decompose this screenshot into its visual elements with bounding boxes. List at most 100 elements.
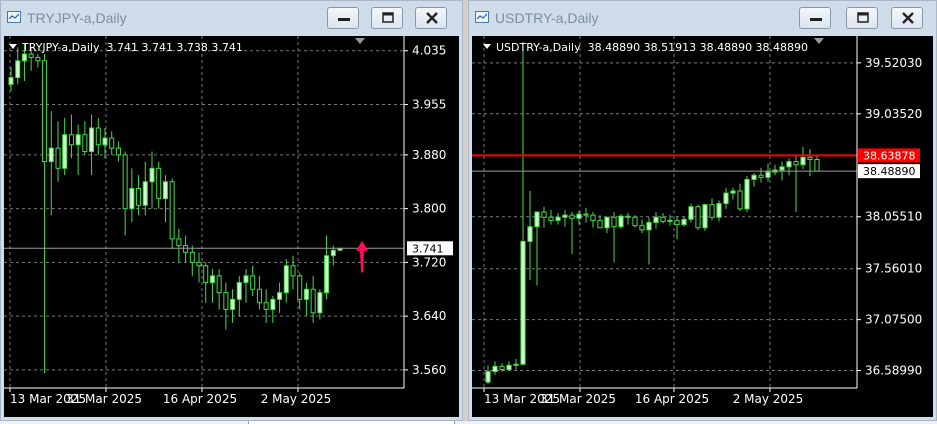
candle — [297, 275, 303, 300]
chart-shift-marker-icon[interactable] — [355, 38, 365, 44]
candle — [814, 159, 820, 172]
candle — [758, 174, 764, 178]
candle — [89, 127, 95, 153]
candle — [129, 187, 135, 210]
price-tick-label: 39.52030 — [865, 56, 922, 70]
candle — [95, 127, 101, 146]
candle — [744, 178, 750, 210]
chart-window-tryjpy[interactable]: TRYJPY-a,Daily 4.035 3.955 3.880 3.800 3.720… — [0, 0, 463, 421]
maximize-button[interactable] — [846, 7, 878, 29]
maximize-button[interactable] — [371, 7, 403, 29]
candle — [270, 298, 276, 310]
minimize-button[interactable] — [327, 7, 359, 29]
candlestick-chart[interactable]: 39.52030 39.03520 38.05510 37.56010 37.07500… — [472, 36, 935, 416]
chart-grid — [4, 36, 404, 388]
candle — [653, 216, 659, 223]
candle — [730, 190, 736, 194]
candle — [62, 134, 68, 169]
candle — [183, 245, 189, 253]
candle — [485, 371, 491, 383]
chart-shift-marker-icon[interactable] — [814, 38, 824, 44]
candle — [737, 190, 743, 210]
candle — [236, 282, 242, 300]
current-price-tag: 38.48890 — [858, 164, 920, 179]
chart-area[interactable]: 4.035 3.955 3.880 3.800 3.720 3.640 3.560 13 M… — [4, 36, 459, 417]
price-level-tag: 38.63878 — [858, 148, 920, 163]
candle — [513, 363, 519, 366]
candle — [115, 147, 121, 156]
current-price-label: 3.741 — [412, 242, 444, 255]
up-arrow-icon[interactable] — [356, 240, 368, 273]
candle — [122, 154, 128, 210]
candle — [807, 156, 813, 161]
candle — [209, 275, 215, 284]
candle — [660, 216, 666, 222]
candle — [506, 364, 512, 370]
candle — [548, 216, 554, 221]
time-tick-label: 31 Mar 2025 — [540, 392, 616, 406]
candle — [68, 134, 74, 146]
window-titlebar[interactable]: TRYJPY-a,Daily — [1, 1, 462, 35]
chart-info-text: TRYJPY-a,Daily 3.741 3.741 3.738 3.741 — [21, 41, 243, 54]
candle — [695, 206, 701, 229]
candle — [604, 216, 610, 229]
candle — [597, 219, 603, 229]
candle — [583, 213, 589, 216]
candle — [55, 147, 61, 169]
candle — [230, 298, 236, 310]
candle — [290, 265, 296, 277]
price-axis: 39.52030 39.03520 38.05510 37.56010 37.07500… — [857, 56, 922, 378]
candle — [520, 240, 526, 365]
price-tick-label: 3.720 — [412, 255, 446, 269]
candle — [751, 174, 757, 180]
chart-info-line: USDTRY-a,Daily 38.48890 38.51913 38.4889… — [483, 41, 808, 54]
candle — [102, 137, 108, 146]
time-tick-label: 31 Mar 2025 — [66, 392, 142, 406]
candle — [109, 137, 115, 149]
candle — [216, 275, 222, 294]
candle — [590, 214, 596, 221]
chart-info-line: TRYJPY-a,Daily 3.741 3.741 3.738 3.741 — [9, 41, 243, 54]
candle — [8, 77, 14, 85]
time-tick-label: 2 May 2025 — [733, 392, 804, 406]
price-tick-label: 4.035 — [412, 44, 446, 58]
candle — [674, 219, 680, 226]
chart-window-icon — [475, 11, 489, 23]
close-icon — [426, 12, 438, 24]
candle — [310, 288, 316, 314]
chart-area[interactable]: 39.52030 39.03520 38.05510 37.56010 37.07500… — [472, 36, 933, 417]
chart-window-usdtry[interactable]: USDTRY-a,Daily 39.52030 39.03520 38.05510 3… — [468, 0, 937, 421]
time-tick-label: 16 Apr 2025 — [635, 392, 709, 406]
candle — [317, 292, 323, 314]
candle — [541, 211, 547, 218]
candle — [196, 261, 202, 267]
price-level-label: 38.63878 — [863, 149, 916, 162]
candle — [136, 187, 142, 206]
candle — [169, 181, 175, 240]
price-tick-label: 3.880 — [412, 148, 446, 162]
price-tick-label: 37.07500 — [865, 313, 922, 327]
candle — [576, 213, 582, 219]
price-tick-label: 38.05510 — [865, 210, 922, 224]
candle — [632, 216, 638, 227]
candle — [709, 204, 715, 218]
time-tick-label: 16 Apr 2025 — [163, 392, 237, 406]
candle — [42, 60, 48, 163]
candlestick-chart[interactable]: 4.0353.9553.8803.8003.7203.6403.560 13 M… — [4, 36, 461, 416]
maximize-icon — [857, 12, 869, 23]
close-button[interactable] — [891, 7, 923, 29]
minimize-button[interactable] — [799, 7, 831, 29]
current-price-tag: 3.741 — [407, 241, 453, 256]
window-title: USDTRY-a,Daily — [495, 10, 599, 26]
candle — [277, 292, 283, 300]
close-button[interactable] — [415, 7, 447, 29]
window-titlebar[interactable]: USDTRY-a,Daily — [469, 1, 936, 35]
candle — [330, 249, 336, 257]
candle — [303, 288, 309, 300]
candle — [716, 203, 722, 218]
candle — [243, 275, 249, 284]
candle — [48, 147, 54, 163]
candle — [779, 166, 785, 171]
candle — [156, 167, 162, 200]
candle — [569, 214, 575, 219]
